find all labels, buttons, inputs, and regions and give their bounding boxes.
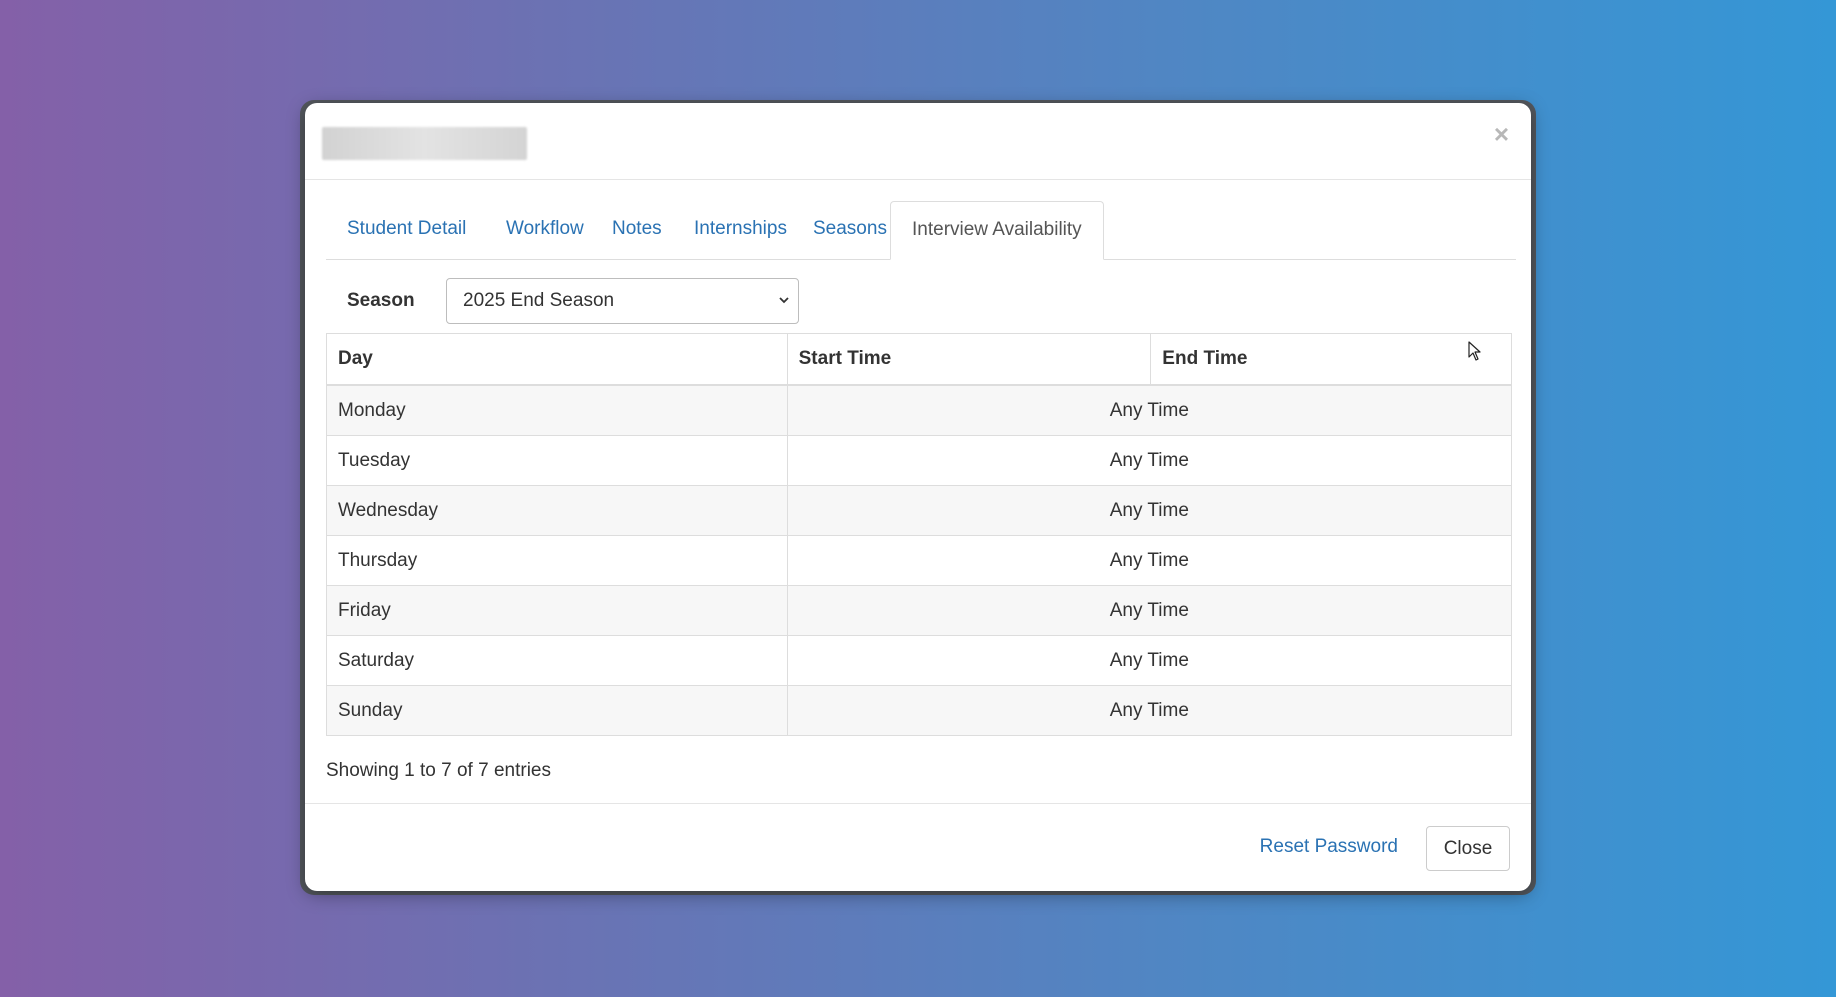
- column-header-day[interactable]: Day: [326, 333, 788, 386]
- day-cell: Tuesday: [326, 435, 788, 486]
- table-row: Tuesday Any Time: [326, 435, 1513, 486]
- season-label: Season: [347, 290, 415, 311]
- modal-header: ×: [305, 103, 1531, 180]
- day-cell: Wednesday: [326, 485, 788, 536]
- chevron-down-icon: [779, 297, 789, 304]
- column-header-end-time[interactable]: End Time: [1150, 333, 1512, 386]
- table-row: Friday Any Time: [326, 585, 1513, 636]
- table-row: Sunday Any Time: [326, 685, 1513, 736]
- table-entries-info: Showing 1 to 7 of 7 entries: [326, 760, 551, 781]
- time-cell: Any Time: [786, 535, 1513, 586]
- close-icon[interactable]: ×: [1494, 121, 1509, 147]
- close-button[interactable]: Close: [1426, 826, 1510, 871]
- day-cell: Friday: [326, 585, 788, 636]
- season-select[interactable]: 2025 End Season: [446, 278, 799, 324]
- table-row: Wednesday Any Time: [326, 485, 1513, 536]
- time-cell: Any Time: [786, 485, 1513, 536]
- day-cell: Saturday: [326, 635, 788, 686]
- time-cell: Any Time: [786, 685, 1513, 736]
- tab-interview-availability[interactable]: Interview Availability: [890, 201, 1104, 260]
- day-cell: Thursday: [326, 535, 788, 586]
- redacted-modal-title: [322, 127, 527, 160]
- student-modal: × Student Detail Workflow Notes Internsh…: [305, 103, 1531, 891]
- tab-internships[interactable]: Internships: [673, 201, 808, 258]
- time-cell: Any Time: [786, 585, 1513, 636]
- tab-notes[interactable]: Notes: [591, 201, 683, 258]
- modal-footer: Reset Password Close: [305, 803, 1531, 891]
- table-header-row: Day Start Time End Time: [326, 333, 1512, 386]
- time-cell: Any Time: [786, 435, 1513, 486]
- table-row: Monday Any Time: [326, 384, 1513, 436]
- tab-bar: Student Detail Workflow Notes Internship…: [326, 201, 1516, 260]
- season-select-value: 2025 End Season: [463, 290, 615, 311]
- availability-table: Day Start Time End Time Monday Any Time …: [326, 333, 1513, 736]
- day-cell: Monday: [326, 384, 788, 436]
- column-header-start-time[interactable]: Start Time: [786, 333, 1152, 386]
- tab-workflow[interactable]: Workflow: [485, 201, 605, 258]
- table-row: Thursday Any Time: [326, 535, 1513, 586]
- day-cell: Sunday: [326, 685, 788, 736]
- tab-student-detail[interactable]: Student Detail: [326, 201, 487, 258]
- table-row: Saturday Any Time: [326, 635, 1513, 686]
- time-cell: Any Time: [786, 384, 1513, 436]
- reset-password-link[interactable]: Reset Password: [1260, 836, 1398, 858]
- time-cell: Any Time: [786, 635, 1513, 686]
